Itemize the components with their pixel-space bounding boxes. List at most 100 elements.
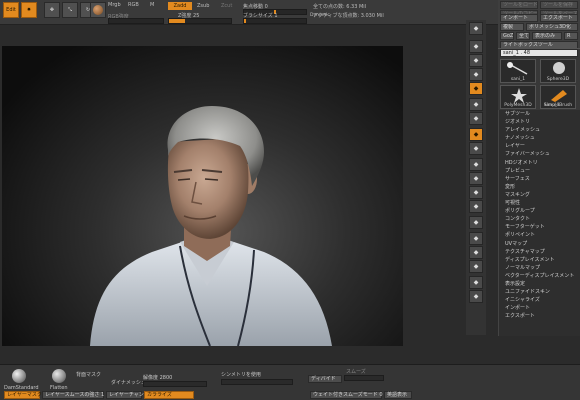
material-button[interactable] (90, 2, 106, 18)
mrgb-toggle[interactable]: Mrgb (108, 2, 121, 8)
frame-icon[interactable]: ◆ (469, 172, 483, 185)
english-display-button[interactable]: 英語表示 (384, 391, 412, 399)
rgb-intensity-slider[interactable] (108, 18, 164, 24)
layer-mask-button[interactable]: レイヤーマスク (4, 391, 42, 399)
rgb-toggle[interactable]: RGB (128, 2, 139, 8)
line-fill-icon[interactable]: ◆ (469, 232, 483, 245)
menu-item[interactable]: アレイメッシュ (499, 126, 580, 134)
menu-item[interactable]: 可視性 (499, 199, 580, 207)
all-button[interactable]: 全て (516, 32, 530, 40)
r-button[interactable]: R (564, 32, 578, 40)
scale-icon[interactable]: ◆ (469, 200, 483, 213)
divide-button[interactable]: ディバイド (308, 375, 342, 383)
rotate-icon[interactable]: ◆ (469, 216, 483, 229)
menu-item[interactable]: ディスプレイスメント (499, 256, 580, 264)
sphere-icon (553, 62, 565, 74)
menu-item[interactable]: ポリグループ (499, 207, 580, 215)
layer-intensity-slider[interactable]: レイヤースムースの強さ 1 (42, 391, 104, 399)
smooth-slider[interactable] (344, 375, 384, 381)
lsym-icon[interactable]: ◆ (469, 142, 483, 155)
brush-size-fill (244, 19, 246, 23)
menu-item[interactable]: サブツール (499, 110, 580, 118)
colorize-button[interactable]: カラライズ (144, 391, 194, 399)
scale-button[interactable]: ⤡ (62, 2, 78, 18)
tool-thumb-polymesh3d[interactable]: PolyMesh3D (500, 85, 536, 109)
viewport-canvas[interactable] (2, 46, 403, 346)
menu-item[interactable]: モーフターゲット (499, 223, 580, 231)
clone-button[interactable]: 複製 (500, 23, 524, 31)
load-tool-button[interactable]: ツールをロード (500, 1, 538, 9)
zcut-button[interactable]: Zcut (221, 3, 232, 9)
z-intensity-slider[interactable] (168, 18, 232, 24)
tool-thumb-caption: Sphere3D (546, 77, 570, 82)
menu-item[interactable]: レイヤー (499, 142, 580, 150)
menu-item[interactable]: ナノメッシュ (499, 134, 580, 142)
zsub-button[interactable]: Zsub (197, 3, 209, 9)
backface-mask-toggle[interactable]: 背面マスク (76, 371, 101, 378)
draw-button[interactable]: ✸ (21, 2, 37, 18)
menu-item[interactable]: ジオメトリ (499, 118, 580, 126)
tool-thumb-sphere3d[interactable]: Sphere3D (540, 59, 576, 83)
local-icon[interactable]: ◆ (469, 128, 483, 141)
menu-item[interactable]: サーフェス (499, 175, 580, 183)
brush-preview-icon[interactable] (12, 369, 26, 383)
dynamesh-button[interactable]: ダイナメッシュ (111, 379, 146, 386)
stroke-preview-icon[interactable] (52, 369, 66, 383)
scale-icon: ⤡ (67, 6, 72, 13)
menu-item[interactable]: エクスポート (499, 312, 580, 320)
material-icon (93, 5, 103, 15)
scroll-icon[interactable]: ◆ (469, 40, 483, 53)
menu-item[interactable]: HDジオメトリ (499, 159, 580, 167)
m-toggle[interactable]: M (150, 2, 154, 8)
persp-icon[interactable]: ◆ (469, 98, 483, 111)
half-size-icon[interactable]: ◆ (469, 82, 483, 95)
menu-item[interactable]: ノーマルマップ (499, 264, 580, 272)
current-tool-field[interactable]: sani_1 . 48 (500, 49, 578, 57)
menu-item[interactable]: ベクターディスプレイスメント (499, 272, 580, 280)
symmetry-toggle[interactable]: シンメトリを使用 (221, 371, 261, 378)
layer-channel-button[interactable]: レイヤーチャンネル (106, 391, 154, 399)
menu-item[interactable]: 変形 (499, 183, 580, 191)
menu-item[interactable]: ユニファイドスキン (499, 288, 580, 296)
total-points-readout: 全ての点の数: 6.33 Mil (313, 4, 367, 10)
resolution-slider[interactable] (143, 381, 207, 387)
zadd-button[interactable]: Zadd (168, 2, 192, 10)
xpose-icon[interactable]: ◆ (469, 290, 483, 303)
menu-item[interactable]: イニシャライズ (499, 296, 580, 304)
transp-icon[interactable]: ◆ (469, 246, 483, 259)
menu-item[interactable]: マスキング (499, 191, 580, 199)
menu-item[interactable]: UVマップ (499, 240, 580, 248)
tool-thumb-sani[interactable]: sani_1 (500, 59, 536, 83)
tool-thumbnails: sani_1 . 48 sani_1 Sphere3D SimpleBrush … (498, 48, 580, 110)
menu-item[interactable]: テクスチャマップ (499, 248, 580, 256)
zoom-icon[interactable]: ◆ (469, 54, 483, 67)
simple-brush-icon (551, 90, 567, 102)
brush-stroke-icon (507, 62, 528, 75)
actual-size-icon[interactable]: ◆ (469, 68, 483, 81)
menu-item[interactable]: プレビュー (499, 167, 580, 175)
move-button[interactable]: ✥ (44, 2, 60, 18)
make-polymesh-button[interactable]: ポリメッシュ3D化 (526, 23, 578, 31)
menu-item[interactable]: 表示設定 (499, 280, 580, 288)
floor-icon[interactable]: ◆ (469, 112, 483, 125)
resolution-label: 解像度 2800 (143, 375, 173, 381)
export-button[interactable]: エクスポート (540, 14, 578, 22)
symmetry-slider[interactable] (221, 379, 293, 385)
import-button[interactable]: インポート (500, 14, 538, 22)
ghost-icon[interactable]: ◆ (469, 260, 483, 273)
menu-item[interactable]: ファイバーメッシュ (499, 150, 580, 158)
tool-thumb-caption: sani_1 (510, 77, 526, 82)
menu-item[interactable]: コンタクト (499, 215, 580, 223)
move-icon[interactable]: ◆ (469, 186, 483, 199)
visible-only-button[interactable]: 表示のみ (532, 32, 562, 40)
solo-icon[interactable]: ◆ (469, 276, 483, 289)
sphere-icon[interactable]: ◆ (469, 22, 483, 35)
edit-button[interactable]: Edit (3, 2, 19, 18)
menu-item[interactable]: ポリペイント (499, 231, 580, 239)
menu-item[interactable]: インポート (499, 304, 580, 312)
goz-button[interactable]: GoZ (500, 32, 514, 40)
gxyz-icon[interactable]: ◆ (469, 158, 483, 171)
save-tool-button[interactable]: ツールを保存 (540, 1, 578, 9)
brush-size-slider[interactable] (243, 18, 307, 24)
weighted-smooth-slider[interactable]: ウェイト付きスムーズモード 0 (310, 391, 383, 399)
